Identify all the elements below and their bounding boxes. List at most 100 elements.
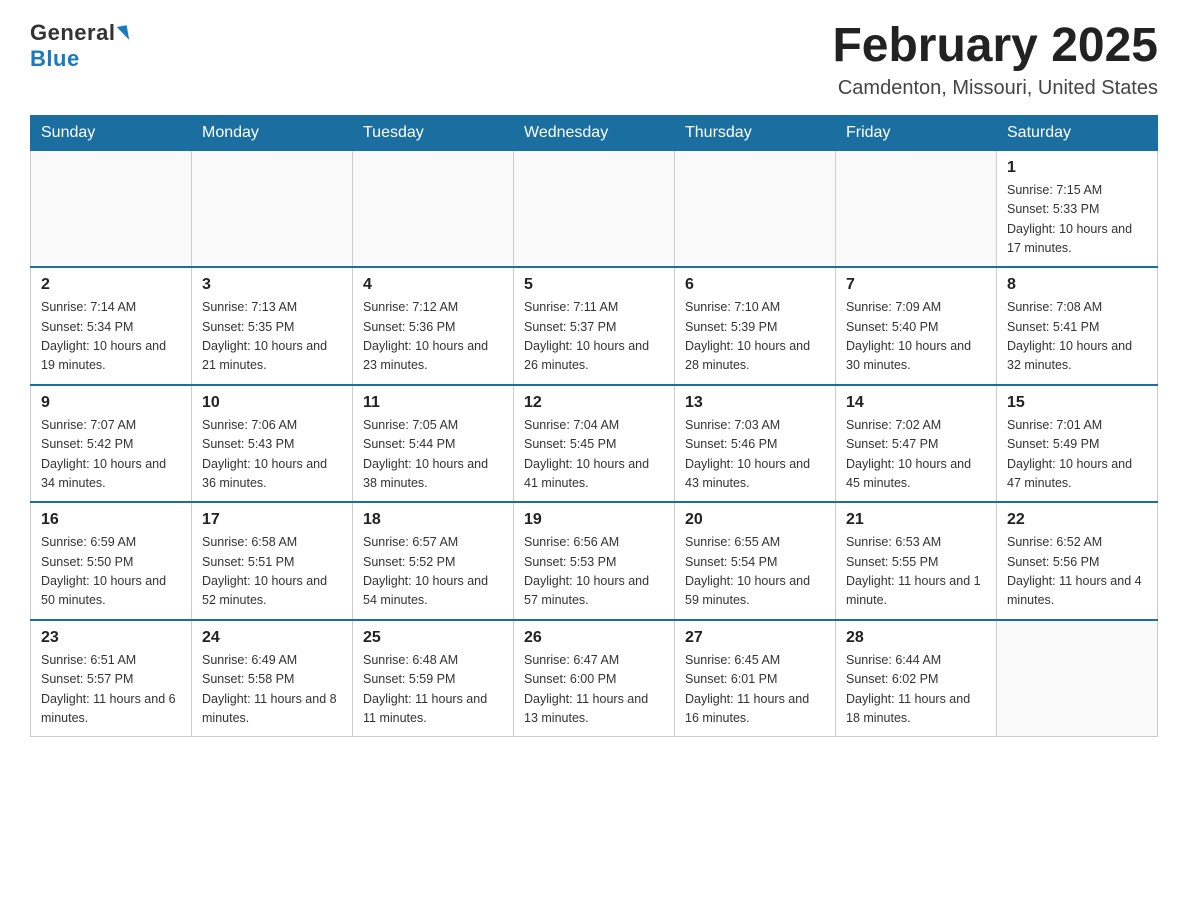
week-row-1: 1 Sunrise: 7:15 AMSunset: 5:33 PMDaylight… bbox=[31, 150, 1158, 267]
calendar-cell: 17 Sunrise: 6:58 AMSunset: 5:51 PMDayligh… bbox=[192, 502, 353, 620]
weekday-header-monday: Monday bbox=[192, 115, 353, 150]
title-section: February 2025 Camdenton, Missouri, Unite… bbox=[832, 20, 1158, 100]
day-info: Sunrise: 7:15 AMSunset: 5:33 PMDaylight:… bbox=[1007, 181, 1147, 259]
calendar-cell: 20 Sunrise: 6:55 AMSunset: 5:54 PMDayligh… bbox=[675, 502, 836, 620]
day-number: 25 bbox=[363, 629, 503, 647]
calendar-cell: 9 Sunrise: 7:07 AMSunset: 5:42 PMDaylight… bbox=[31, 385, 192, 503]
day-info: Sunrise: 6:55 AMSunset: 5:54 PMDaylight:… bbox=[685, 533, 825, 611]
day-info: Sunrise: 6:56 AMSunset: 5:53 PMDaylight:… bbox=[524, 533, 664, 611]
calendar-cell bbox=[353, 150, 514, 267]
day-info: Sunrise: 7:12 AMSunset: 5:36 PMDaylight:… bbox=[363, 298, 503, 376]
calendar-cell bbox=[514, 150, 675, 267]
logo-general-text: General bbox=[30, 20, 115, 46]
week-row-5: 23Sunrise: 6:51 AMSunset: 5:57 PMDayligh… bbox=[31, 620, 1158, 737]
weekday-header-saturday: Saturday bbox=[997, 115, 1158, 150]
day-info: Sunrise: 7:13 AMSunset: 5:35 PMDaylight:… bbox=[202, 298, 342, 376]
day-info: Sunrise: 7:08 AMSunset: 5:41 PMDaylight:… bbox=[1007, 298, 1147, 376]
day-number: 9 bbox=[41, 394, 181, 412]
day-info: Sunrise: 6:51 AMSunset: 5:57 PMDaylight:… bbox=[41, 651, 181, 729]
calendar-cell bbox=[31, 150, 192, 267]
day-info: Sunrise: 7:10 AMSunset: 5:39 PMDaylight:… bbox=[685, 298, 825, 376]
calendar-cell bbox=[997, 620, 1158, 737]
calendar-cell: 24 Sunrise: 6:49 AMSunset: 5:58 PMDayligh… bbox=[192, 620, 353, 737]
calendar-cell: 2Sunrise: 7:14 AMSunset: 5:34 PMDaylight… bbox=[31, 267, 192, 385]
calendar-cell: 10 Sunrise: 7:06 AMSunset: 5:43 PMDayligh… bbox=[192, 385, 353, 503]
day-info: Sunrise: 6:53 AMSunset: 5:55 PMDaylight:… bbox=[846, 533, 986, 611]
weekday-header-tuesday: Tuesday bbox=[353, 115, 514, 150]
weekday-header-row: SundayMondayTuesdayWednesdayThursdayFrid… bbox=[31, 115, 1158, 150]
day-info: Sunrise: 7:04 AMSunset: 5:45 PMDaylight:… bbox=[524, 416, 664, 494]
day-number: 6 bbox=[685, 276, 825, 294]
day-info: Sunrise: 6:47 AMSunset: 6:00 PMDaylight:… bbox=[524, 651, 664, 729]
logo-blue-text: Blue bbox=[30, 46, 80, 72]
calendar-subtitle: Camdenton, Missouri, United States bbox=[832, 77, 1158, 100]
day-number: 26 bbox=[524, 629, 664, 647]
weekday-header-wednesday: Wednesday bbox=[514, 115, 675, 150]
calendar-cell: 13Sunrise: 7:03 AMSunset: 5:46 PMDayligh… bbox=[675, 385, 836, 503]
calendar-table: SundayMondayTuesdayWednesdayThursdayFrid… bbox=[30, 115, 1158, 738]
weekday-header-sunday: Sunday bbox=[31, 115, 192, 150]
day-info: Sunrise: 6:52 AMSunset: 5:56 PMDaylight:… bbox=[1007, 533, 1147, 611]
day-info: Sunrise: 7:07 AMSunset: 5:42 PMDaylight:… bbox=[41, 416, 181, 494]
day-number: 28 bbox=[846, 629, 986, 647]
week-row-2: 2Sunrise: 7:14 AMSunset: 5:34 PMDaylight… bbox=[31, 267, 1158, 385]
weekday-header-friday: Friday bbox=[836, 115, 997, 150]
calendar-cell: 8 Sunrise: 7:08 AMSunset: 5:41 PMDaylight… bbox=[997, 267, 1158, 385]
calendar-title: February 2025 bbox=[832, 20, 1158, 73]
day-number: 15 bbox=[1007, 394, 1147, 412]
calendar-cell: 23Sunrise: 6:51 AMSunset: 5:57 PMDayligh… bbox=[31, 620, 192, 737]
day-info: Sunrise: 7:06 AMSunset: 5:43 PMDaylight:… bbox=[202, 416, 342, 494]
calendar-cell: 1 Sunrise: 7:15 AMSunset: 5:33 PMDaylight… bbox=[997, 150, 1158, 267]
calendar-cell: 21 Sunrise: 6:53 AMSunset: 5:55 PMDayligh… bbox=[836, 502, 997, 620]
week-row-3: 9 Sunrise: 7:07 AMSunset: 5:42 PMDaylight… bbox=[31, 385, 1158, 503]
day-info: Sunrise: 7:03 AMSunset: 5:46 PMDaylight:… bbox=[685, 416, 825, 494]
logo: General Blue bbox=[30, 20, 128, 72]
day-info: Sunrise: 6:57 AMSunset: 5:52 PMDaylight:… bbox=[363, 533, 503, 611]
calendar-cell: 19 Sunrise: 6:56 AMSunset: 5:53 PMDayligh… bbox=[514, 502, 675, 620]
day-number: 10 bbox=[202, 394, 342, 412]
day-info: Sunrise: 7:11 AMSunset: 5:37 PMDaylight:… bbox=[524, 298, 664, 376]
day-info: Sunrise: 6:45 AMSunset: 6:01 PMDaylight:… bbox=[685, 651, 825, 729]
day-number: 14 bbox=[846, 394, 986, 412]
day-number: 4 bbox=[363, 276, 503, 294]
day-number: 8 bbox=[1007, 276, 1147, 294]
calendar-cell: 15 Sunrise: 7:01 AMSunset: 5:49 PMDayligh… bbox=[997, 385, 1158, 503]
day-info: Sunrise: 7:14 AMSunset: 5:34 PMDaylight:… bbox=[41, 298, 181, 376]
day-number: 7 bbox=[846, 276, 986, 294]
calendar-cell: 26 Sunrise: 6:47 AMSunset: 6:00 PMDayligh… bbox=[514, 620, 675, 737]
calendar-cell: 5Sunrise: 7:11 AMSunset: 5:37 PMDaylight… bbox=[514, 267, 675, 385]
day-number: 11 bbox=[363, 394, 503, 412]
day-number: 27 bbox=[685, 629, 825, 647]
calendar-cell: 18 Sunrise: 6:57 AMSunset: 5:52 PMDayligh… bbox=[353, 502, 514, 620]
day-number: 12 bbox=[524, 394, 664, 412]
calendar-cell: 16Sunrise: 6:59 AMSunset: 5:50 PMDayligh… bbox=[31, 502, 192, 620]
day-info: Sunrise: 6:44 AMSunset: 6:02 PMDaylight:… bbox=[846, 651, 986, 729]
weekday-header-thursday: Thursday bbox=[675, 115, 836, 150]
day-number: 22 bbox=[1007, 511, 1147, 529]
day-info: Sunrise: 7:01 AMSunset: 5:49 PMDaylight:… bbox=[1007, 416, 1147, 494]
page-header: General Blue February 2025 Camdenton, Mi… bbox=[30, 20, 1158, 100]
calendar-cell bbox=[836, 150, 997, 267]
calendar-cell: 11Sunrise: 7:05 AMSunset: 5:44 PMDayligh… bbox=[353, 385, 514, 503]
calendar-cell: 28 Sunrise: 6:44 AMSunset: 6:02 PMDayligh… bbox=[836, 620, 997, 737]
calendar-cell: 6 Sunrise: 7:10 AMSunset: 5:39 PMDaylight… bbox=[675, 267, 836, 385]
day-info: Sunrise: 6:48 AMSunset: 5:59 PMDaylight:… bbox=[363, 651, 503, 729]
week-row-4: 16Sunrise: 6:59 AMSunset: 5:50 PMDayligh… bbox=[31, 502, 1158, 620]
calendar-cell bbox=[192, 150, 353, 267]
calendar-cell: 4 Sunrise: 7:12 AMSunset: 5:36 PMDaylight… bbox=[353, 267, 514, 385]
day-info: Sunrise: 6:49 AMSunset: 5:58 PMDaylight:… bbox=[202, 651, 342, 729]
day-number: 21 bbox=[846, 511, 986, 529]
day-info: Sunrise: 6:58 AMSunset: 5:51 PMDaylight:… bbox=[202, 533, 342, 611]
day-number: 19 bbox=[524, 511, 664, 529]
day-number: 3 bbox=[202, 276, 342, 294]
day-number: 1 bbox=[1007, 159, 1147, 177]
day-number: 18 bbox=[363, 511, 503, 529]
calendar-cell: 12 Sunrise: 7:04 AMSunset: 5:45 PMDayligh… bbox=[514, 385, 675, 503]
day-number: 16 bbox=[41, 511, 181, 529]
day-number: 20 bbox=[685, 511, 825, 529]
day-number: 24 bbox=[202, 629, 342, 647]
day-number: 17 bbox=[202, 511, 342, 529]
day-info: Sunrise: 7:02 AMSunset: 5:47 PMDaylight:… bbox=[846, 416, 986, 494]
calendar-cell: 25 Sunrise: 6:48 AMSunset: 5:59 PMDayligh… bbox=[353, 620, 514, 737]
calendar-cell: 22 Sunrise: 6:52 AMSunset: 5:56 PMDayligh… bbox=[997, 502, 1158, 620]
